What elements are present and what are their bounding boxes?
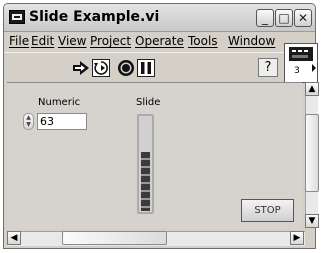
menu-window[interactable]: Window	[228, 34, 275, 48]
connector-number: 3	[294, 66, 300, 76]
maximize-button[interactable]: □	[275, 9, 293, 27]
scroll-right-icon[interactable]: ▶	[290, 231, 304, 245]
scroll-left-icon[interactable]: ◀	[7, 231, 21, 245]
numeric-control[interactable]: 63	[37, 113, 87, 130]
connector-pane-icon[interactable]: 3	[284, 43, 318, 83]
slide-indicator[interactable]	[137, 114, 154, 214]
stop-button[interactable]: STOP	[241, 199, 294, 222]
increment-decrement-icon[interactable]: ▲ ▼	[23, 113, 34, 130]
slide-label: Slide	[136, 97, 161, 108]
run-continuously-icon[interactable]	[92, 59, 110, 77]
labview-vi-icon	[9, 10, 25, 24]
title-bar[interactable]: Slide Example.vi _ □ ✕	[4, 4, 315, 32]
menu-file[interactable]: File	[9, 34, 29, 48]
horizontal-scrollbar[interactable]: ◀ ▶	[7, 231, 305, 246]
window-title: Slide Example.vi	[29, 9, 160, 25]
run-arrow-icon[interactable]	[72, 59, 90, 77]
vertical-scrollbar[interactable]: ▲ ▼	[305, 82, 319, 228]
scroll-down-icon[interactable]: ▼	[305, 214, 319, 228]
menu-edit[interactable]: Edit	[31, 34, 54, 48]
pause-icon[interactable]	[137, 59, 155, 77]
menu-operate[interactable]: Operate	[135, 34, 184, 48]
scroll-up-icon[interactable]: ▲	[305, 82, 319, 96]
menu-project[interactable]: Project	[90, 34, 131, 48]
vertical-scroll-thumb[interactable]	[305, 114, 319, 192]
menu-view[interactable]: View	[58, 34, 86, 48]
menu-tools[interactable]: Tools	[188, 34, 218, 48]
menu-bar: File Edit View Project Operate Tools Win…	[4, 32, 315, 51]
close-button[interactable]: ✕	[294, 9, 312, 27]
abort-execution-icon[interactable]	[117, 59, 135, 77]
context-help-button[interactable]: ?	[258, 58, 278, 77]
horizontal-scroll-thumb[interactable]	[62, 231, 167, 245]
numeric-label: Numeric	[38, 97, 81, 108]
slide-fill	[141, 152, 150, 211]
minimize-button[interactable]: _	[256, 9, 274, 27]
